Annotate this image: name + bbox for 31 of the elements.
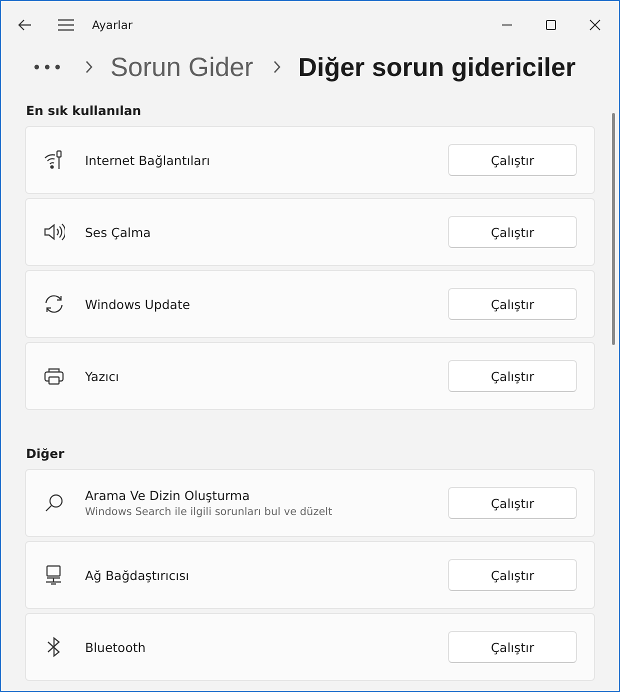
item-title: Bluetooth [85, 640, 147, 654]
scrollbar[interactable] [612, 113, 615, 345]
close-icon[interactable] [589, 19, 601, 31]
maximize-icon[interactable] [545, 19, 557, 31]
item-title: Ses Çalma [85, 224, 152, 240]
chevron-icon [85, 60, 94, 74]
item-title: Ağ Bağdaştırıcısı [85, 568, 190, 582]
run-button[interactable]: Çalıştır [448, 631, 577, 663]
item-description: Windows Search ile ilgili sorunları bul ve düzelt [85, 506, 334, 518]
item-title: Windows Update [85, 296, 192, 312]
window-title: Ayarlar [92, 18, 133, 32]
section-heading: Diğer [26, 446, 66, 461]
speaker-icon [43, 221, 65, 243]
run-button[interactable]: Çalıştır [448, 559, 577, 591]
item-title: Yazıcı [85, 368, 120, 384]
breadcrumb-link[interactable]: Sorun Gider [110, 52, 254, 82]
run-button[interactable]: Çalıştır [448, 360, 577, 392]
run-button[interactable]: Çalıştır [448, 487, 577, 519]
menu-icon[interactable] [58, 19, 74, 31]
chevron-icon [273, 60, 282, 74]
run-button[interactable]: Çalıştır [448, 216, 577, 248]
item-title: Arama Ve Dizin Oluşturma [85, 488, 251, 503]
run-button[interactable]: Çalıştır [448, 288, 577, 320]
section-heading: En sık kullanılan [26, 103, 142, 118]
run-button[interactable]: Çalıştır [448, 144, 577, 176]
back-icon[interactable] [18, 19, 32, 31]
more-button[interactable]: ••• [32, 58, 64, 76]
sync-icon [43, 293, 65, 315]
page-title: Diğer sorun gidericiler [298, 52, 576, 82]
item-title: Internet Bağlantıları [85, 152, 211, 168]
search-icon [43, 492, 65, 514]
